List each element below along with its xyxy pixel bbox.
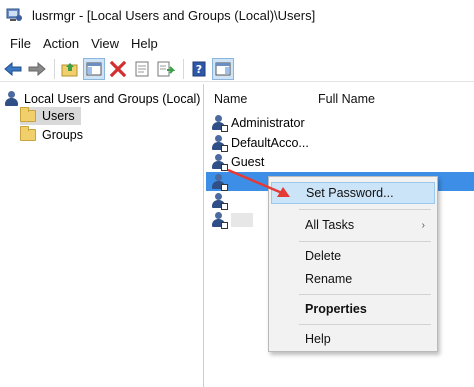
menu-separator <box>299 241 431 242</box>
menu-item-label: Delete <box>305 249 342 263</box>
forward-arrow-icon[interactable] <box>26 58 48 80</box>
tree-root-local-users-and-groups[interactable]: Local Users and Groups (Local) <box>4 90 200 108</box>
menu-item-delete[interactable]: Delete <box>271 245 435 267</box>
menu-item-label: Rename <box>305 272 353 286</box>
user-name: DefaultAcco... <box>231 136 309 150</box>
chevron-right-icon: › <box>421 219 425 231</box>
menu-file[interactable]: File <box>6 34 39 53</box>
menu-separator <box>299 324 431 325</box>
user-icon <box>211 135 228 152</box>
menu-item-set-password[interactable]: Set Password... <box>271 182 435 204</box>
toolbar-separator <box>183 58 184 79</box>
show-hide-action-pane-icon[interactable] <box>212 57 234 80</box>
tree-item-groups[interactable]: Groups <box>20 126 89 144</box>
toolbar-separator <box>54 58 55 79</box>
user-icon <box>211 193 228 210</box>
menu-separator <box>299 294 431 295</box>
menu-bar: File Action View Help <box>0 32 474 54</box>
menu-separator <box>299 209 431 210</box>
user-name: Guest <box>231 155 265 169</box>
user-row[interactable]: DefaultAcco... <box>206 133 474 153</box>
context-menu: Set Password... All Tasks › Delete Renam… <box>268 176 438 352</box>
help-icon[interactable]: ? <box>188 58 210 80</box>
window-title: lusrmgr - [Local Users and Groups (Local… <box>32 7 316 23</box>
user-icon <box>211 212 228 229</box>
menu-item-all-tasks[interactable]: All Tasks › <box>271 214 435 236</box>
title-bar: lusrmgr - [Local Users and Groups (Local… <box>0 0 474 30</box>
user-icon <box>211 154 228 171</box>
tree-item-users[interactable]: Users <box>20 107 81 125</box>
delete-icon[interactable] <box>107 58 129 80</box>
column-header-name[interactable]: Name <box>214 92 247 106</box>
svg-text:?: ? <box>196 63 202 76</box>
menu-item-label: All Tasks <box>305 218 355 232</box>
toolbar: ? <box>0 56 474 82</box>
tree-root-label: Local Users and Groups (Local) <box>24 92 201 106</box>
tree-item-label: Groups <box>42 128 83 142</box>
properties-icon[interactable] <box>131 58 153 80</box>
computer-management-icon <box>6 7 24 23</box>
user-icon <box>211 173 228 191</box>
export-list-icon[interactable] <box>155 58 177 80</box>
user-row[interactable]: Guest <box>206 152 474 172</box>
user-row[interactable]: Administrator <box>206 113 474 133</box>
menu-item-help[interactable]: Help <box>271 328 435 350</box>
column-header-full-name[interactable]: Full Name <box>318 92 375 106</box>
tree-item-label: Users <box>42 109 75 123</box>
folder-icon <box>20 126 36 141</box>
users-groups-icon <box>4 91 20 107</box>
up-folder-icon[interactable] <box>59 58 81 80</box>
user-icon <box>211 115 228 132</box>
show-hide-tree-icon[interactable] <box>83 57 105 80</box>
redacted-user-name <box>231 213 253 227</box>
menu-item-label: Properties <box>305 302 367 316</box>
folder-icon <box>20 107 36 122</box>
back-arrow-icon[interactable] <box>2 58 24 80</box>
menu-item-label: Set Password... <box>306 186 394 200</box>
menu-view[interactable]: View <box>87 34 127 53</box>
menu-item-rename[interactable]: Rename <box>271 268 435 290</box>
menu-item-properties[interactable]: Properties <box>271 298 435 320</box>
user-name: Administrator <box>231 116 305 130</box>
menu-item-label: Help <box>305 332 331 346</box>
menu-help[interactable]: Help <box>127 34 166 53</box>
console-tree-pane: Local Users and Groups (Local) Users Gro… <box>0 84 204 387</box>
menu-action[interactable]: Action <box>39 34 87 53</box>
